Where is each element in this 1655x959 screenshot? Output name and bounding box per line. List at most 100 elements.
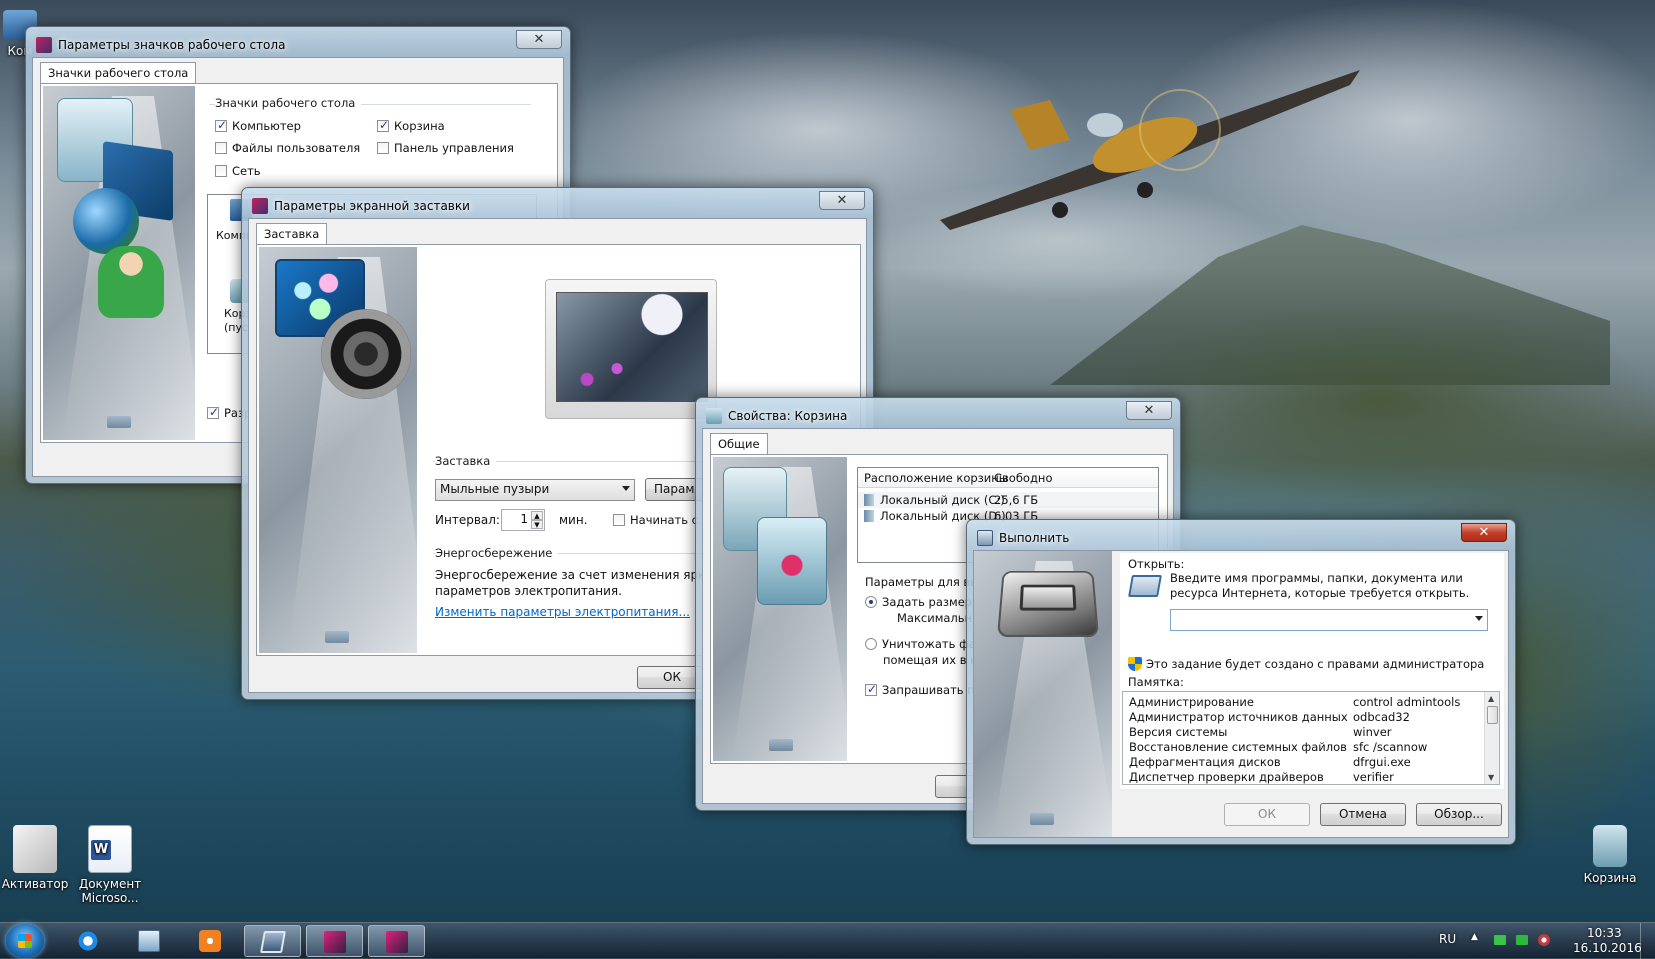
titlebar[interactable]: Свойства: Корзина	[702, 404, 1174, 428]
clock-date[interactable]: 16.10.2016	[1573, 941, 1642, 955]
column-header-location[interactable]: Расположение корзины	[864, 471, 1008, 485]
change-power-settings-link[interactable]: Изменить параметры электропитания...	[435, 605, 690, 619]
side-illustration	[713, 457, 853, 761]
clock-time[interactable]: 10:33	[1587, 926, 1622, 940]
media-player-icon	[199, 930, 221, 952]
memo-command: control admintools	[1353, 695, 1461, 709]
scroll-down-icon[interactable]: ▼	[1488, 773, 1494, 782]
taskbar-media-player[interactable]	[182, 925, 239, 957]
memo-scrollbar[interactable]: ▲ ▼	[1484, 692, 1499, 784]
admin-note: Это задание будет создано с правами адми…	[1146, 657, 1485, 671]
action-center-icon[interactable]	[1516, 935, 1528, 945]
column-header-free[interactable]: Свободно	[994, 471, 1052, 485]
start-button[interactable]	[6, 924, 44, 958]
close-button[interactable]: ✕	[516, 30, 562, 49]
checkbox-label: Корзина	[394, 119, 445, 133]
memo-command: dfrgui.exe	[1353, 755, 1411, 769]
desktop-icon-word-document[interactable]: W Документ Microso...	[70, 825, 150, 905]
scroll-up-icon[interactable]: ▲	[1488, 694, 1494, 703]
windows-logo-mark	[107, 416, 131, 428]
list-item[interactable]: Версия системы winver	[1123, 724, 1481, 740]
taskbar-file-explorer[interactable]	[121, 925, 178, 957]
titlebar[interactable]: Параметры экранной заставки	[248, 194, 867, 218]
volume-tray-icon[interactable]	[1538, 934, 1550, 946]
run-dialog-window[interactable]: Выполнить ✕ Открыть: Введите имя програм…	[966, 519, 1516, 845]
network-tray-icon[interactable]	[1494, 935, 1506, 945]
memo-name: Восстановление системных файлов	[1129, 740, 1347, 754]
taskbar-run-dialog[interactable]	[244, 925, 301, 957]
personalization-icon	[36, 37, 52, 53]
windows-logo-mark	[769, 739, 793, 751]
drive-free: 25,6 ГБ	[994, 493, 1039, 507]
scroll-thumb[interactable]	[1487, 706, 1498, 724]
group-label: Энергосбережение	[435, 546, 559, 560]
checkbox-label: Файлы пользователя	[232, 141, 361, 155]
taskbar-internet-explorer[interactable]	[60, 925, 117, 957]
screen-saver-select[interactable]: Мыльные пузыри	[435, 479, 635, 501]
drive-icon	[864, 494, 874, 506]
interval-unit: мин.	[559, 513, 588, 527]
run-dialog-icon	[260, 931, 286, 953]
memo-list: Администрирование control admintools Адми…	[1122, 691, 1500, 785]
titlebar[interactable]: Выполнить	[973, 526, 1509, 550]
spinner-down-icon[interactable]: ▼	[531, 520, 543, 529]
window-title: Выполнить	[999, 531, 1070, 545]
tray-expand-icon[interactable]: ▲	[1471, 932, 1478, 942]
desktop-icon-label: Корзина	[1583, 871, 1637, 885]
checkbox-control-panel[interactable]: Панель управления	[377, 141, 514, 155]
ok-button[interactable]: ОК	[1224, 803, 1310, 826]
close-button[interactable]: ✕	[1461, 523, 1507, 542]
open-input[interactable]	[1170, 609, 1488, 631]
show-desktop-button[interactable]	[1640, 923, 1655, 959]
list-item[interactable]: Администратор источников данных odbcad32	[1123, 709, 1481, 725]
table-row[interactable]: Локальный диск (C:) 25,6 ГБ	[858, 492, 1158, 508]
word-document-icon: W	[88, 825, 132, 873]
memo-name: Дефрагментация дисков	[1129, 755, 1281, 769]
personalization-icon	[252, 198, 268, 214]
desktop-icon-label: Документ Microso...	[78, 877, 142, 905]
list-header: Расположение корзины Свободно	[858, 468, 1158, 488]
language-indicator[interactable]: RU	[1439, 932, 1456, 946]
desktop-icon-label: Активатор	[1, 877, 69, 891]
close-button[interactable]: ✕	[819, 191, 865, 210]
personalization-icon	[386, 931, 408, 953]
taskbar: RU ▲ 10:33 16.10.2016	[0, 922, 1655, 959]
list-item[interactable]: Восстановление системных файлов sfc /scan…	[1123, 739, 1481, 755]
checkbox-recycle-bin[interactable]: Корзина	[377, 118, 445, 133]
run-description: Введите имя программы, папки, документа …	[1170, 571, 1470, 600]
spinner-up-icon[interactable]: ▲	[531, 511, 543, 520]
tab-screen-saver[interactable]: Заставка	[256, 223, 328, 245]
list-item[interactable]: Администрирование control admintools	[1123, 694, 1481, 710]
list-item[interactable]: Дефрагментация дисков dfrgui.exe	[1123, 754, 1481, 770]
checkbox-network[interactable]: Сеть	[215, 164, 261, 178]
radio-custom-size[interactable]: Задать размер:	[865, 595, 976, 609]
tab-general[interactable]: Общие	[710, 433, 768, 455]
memo-name: Администрирование	[1129, 695, 1254, 709]
checkbox-user-files[interactable]: Файлы пользователя	[215, 141, 360, 155]
interval-value: 1	[520, 512, 528, 526]
checkbox-start-on-resume[interactable]: Начинать с	[613, 513, 698, 527]
desktop-icon-activator[interactable]: Активатор	[0, 825, 75, 891]
list-item[interactable]: Диспетчер проверки драйверов verifier	[1123, 769, 1481, 784]
group-label: Значки рабочего стола	[215, 96, 362, 110]
checkbox-label: Начинать с	[630, 513, 698, 527]
close-button[interactable]: ✕	[1126, 401, 1172, 420]
taskbar-personalization-2[interactable]	[368, 925, 425, 957]
checkbox-confirm-delete[interactable]: Запрашивать по	[865, 682, 982, 697]
power-description: параметров электропитания.	[435, 584, 622, 598]
desktop-icon-recycle-bin[interactable]: Корзина	[1570, 825, 1650, 885]
recycle-bin-graphic-full	[757, 517, 827, 605]
checkbox-label: Компьютер	[232, 119, 301, 133]
checkbox-label: Панель управления	[394, 141, 514, 155]
chevron-down-icon[interactable]	[1475, 616, 1483, 621]
tab-desktop-icons[interactable]: Значки рабочего стола	[40, 62, 197, 84]
taskbar-personalization[interactable]	[306, 925, 363, 957]
browse-button[interactable]: Обзор...	[1416, 803, 1502, 826]
memo-command: verifier	[1353, 770, 1394, 784]
windows-logo-mark	[1030, 813, 1054, 825]
cancel-button[interactable]: Отмена	[1320, 803, 1406, 826]
side-illustration	[259, 247, 429, 653]
titlebar[interactable]: Параметры значков рабочего стола	[32, 33, 564, 57]
checkbox-computer[interactable]: Компьютер	[215, 118, 301, 133]
interval-input[interactable]: 1 ▲ ▼	[501, 509, 545, 531]
